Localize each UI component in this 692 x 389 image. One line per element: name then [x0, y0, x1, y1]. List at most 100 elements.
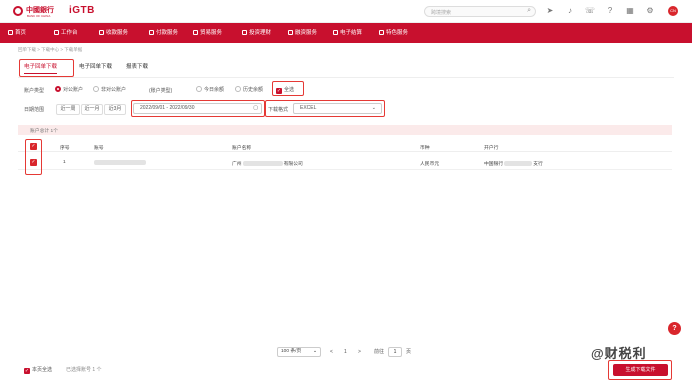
nav-label: 贸易服务: [200, 30, 223, 36]
radio-label: 历史余额: [243, 87, 264, 93]
page-suffix: 页: [406, 349, 412, 355]
grid-menu-icon[interactable]: ▦: [625, 6, 635, 16]
last-week-button[interactable]: 近一周: [56, 104, 80, 115]
select-page-label: 本页全选: [32, 367, 53, 373]
radio-history-balance[interactable]: 历史余额: [235, 86, 263, 93]
last-3-months-button[interactable]: 近3月: [104, 104, 126, 115]
nav-payment[interactable]: 付款服务: [149, 23, 178, 43]
nav-label: 电子结算: [340, 30, 363, 36]
brand-logo: iGTB: [69, 5, 95, 16]
table-header: 序号 账号 账户名称 币种 开户行: [18, 140, 672, 152]
account-type2-label: (账户类型): [149, 88, 173, 94]
nav-receipt[interactable]: 收款服务: [99, 23, 128, 43]
breadcrumb[interactable]: 回单下载 > 下载中心 > 下载单据: [18, 47, 82, 53]
select-all-checkbox[interactable]: ✓ 全选: [276, 86, 294, 94]
nav-home[interactable]: 首页: [8, 23, 26, 43]
radio-off-icon: [235, 86, 241, 92]
nav-finance[interactable]: 融资服务: [288, 23, 317, 43]
page-size-select[interactable]: 100 条/页 ⌄: [277, 347, 321, 357]
top-bar: 中國銀行 BANK OF CHINA iGTB 跨境搜索 ⌕ ➤ ♪ ☏ ? ▦…: [0, 0, 692, 23]
tab-report-download[interactable]: 报表下载: [126, 60, 148, 74]
header-checkbox[interactable]: ✓: [30, 143, 37, 150]
radio-non-corporate[interactable]: 非对公账户: [93, 86, 126, 93]
nav-label: 融资服务: [295, 30, 318, 36]
check-icon: ✓: [24, 368, 30, 374]
nav-trade[interactable]: 贸易服务: [193, 23, 222, 43]
selection-summary: 账户总计 1个: [30, 129, 58, 134]
bank-logo-icon: [13, 6, 23, 16]
help-circle-icon[interactable]: ?: [605, 6, 615, 16]
radio-today-balance[interactable]: 今日余额: [196, 86, 224, 93]
goto-label: 前往: [374, 349, 385, 355]
radio-corporate[interactable]: 对公账户: [55, 86, 83, 93]
finance-icon: [288, 30, 293, 35]
search-input[interactable]: 跨境搜索 ⌕: [424, 6, 536, 17]
radio-label: 非对公账户: [101, 87, 127, 93]
col-index: 序号: [60, 146, 70, 151]
tab-divider: [18, 77, 674, 78]
chevron-down-icon: ⌄: [312, 349, 317, 354]
selected-count: 已选择账号 1 个: [66, 367, 102, 373]
row-bank: 中国银行 支行: [484, 160, 543, 167]
notification-icon[interactable]: ♪: [565, 6, 575, 16]
date-range-input[interactable]: 2022/09/01 - 2022/09/30 ▢: [133, 103, 262, 114]
nav-label: 投资理财: [249, 30, 272, 36]
search-icon[interactable]: ⌕: [527, 7, 531, 15]
special-icon: [379, 30, 384, 35]
row-index: 1: [63, 160, 66, 165]
workbench-icon: [54, 30, 59, 35]
bank-suffix: 支行: [533, 162, 543, 167]
current-page[interactable]: 1: [344, 347, 347, 357]
generate-download-button[interactable]: 生成下载文件: [613, 364, 668, 376]
tab-e-receipt-download[interactable]: 电子回单下载: [79, 60, 112, 74]
row-account-name: 广州 有限公司: [232, 160, 303, 167]
format-value: EXCEL: [300, 105, 317, 111]
account-name-suffix: 有限公司: [283, 162, 303, 167]
trade-icon: [193, 30, 198, 35]
watermark: @财税利: [591, 346, 647, 361]
row-currency: 人民币元: [420, 162, 440, 167]
last-month-button[interactable]: 近一月: [81, 104, 103, 115]
goto-page-input[interactable]: 1: [388, 347, 402, 357]
nav-label: 收款服务: [106, 30, 129, 36]
main-nav: 首页 工作台 收款服务 付款服务 贸易服务 投资理财 融资服务 电子结算 特色服…: [0, 23, 692, 43]
radio-off-icon: [93, 86, 99, 92]
help-button[interactable]: ?: [668, 322, 681, 335]
calendar-icon[interactable]: ▢: [253, 104, 258, 113]
radio-label: 对公账户: [63, 87, 84, 93]
account-name-prefix: 广州: [232, 162, 242, 167]
radio-off-icon: [196, 86, 202, 92]
bank-subtitle: BANK OF CHINA: [27, 14, 51, 18]
col-account: 账号: [94, 146, 104, 151]
bank-prefix: 中国银行: [484, 162, 504, 167]
nav-workbench[interactable]: 工作台: [54, 23, 78, 43]
avatar[interactable]: CN: [668, 6, 678, 16]
search-placeholder: 跨境搜索: [431, 10, 452, 16]
send-icon[interactable]: ➤: [545, 6, 555, 16]
home-icon: [8, 30, 13, 35]
radio-on-icon: [55, 86, 61, 92]
page-size-value: 100 条/页: [281, 349, 302, 354]
nav-label: 首页: [15, 30, 27, 36]
col-account-name: 账户名称: [232, 146, 252, 151]
prev-page-button[interactable]: <: [330, 347, 333, 357]
format-label: 下载格式: [268, 107, 289, 113]
nav-label: 付款服务: [156, 30, 179, 36]
table-row[interactable]: 1 广州 有限公司 人民币元 中国银行 支行: [18, 156, 672, 170]
next-page-button[interactable]: >: [358, 347, 361, 357]
format-select[interactable]: EXCEL ⌄: [293, 103, 382, 114]
nav-special[interactable]: 特色服务: [379, 23, 408, 43]
nav-e-settlement[interactable]: 电子结算: [333, 23, 362, 43]
payment-icon: [149, 30, 154, 35]
invest-icon: [242, 30, 247, 35]
receipt-icon: [99, 30, 104, 35]
tab-receipt-download[interactable]: 电子回单下载: [24, 60, 58, 74]
nav-label: 特色服务: [386, 30, 409, 36]
phone-icon[interactable]: ☏: [585, 6, 595, 16]
radio-label: 今日余额: [204, 87, 225, 93]
row-checkbox[interactable]: ✓: [30, 159, 37, 166]
select-page-checkbox[interactable]: ✓ 本页全选: [24, 366, 52, 374]
chevron-down-icon[interactable]: ⌄: [372, 104, 376, 113]
nav-invest[interactable]: 投资理财: [242, 23, 271, 43]
settings-icon[interactable]: ⚙: [645, 6, 655, 16]
